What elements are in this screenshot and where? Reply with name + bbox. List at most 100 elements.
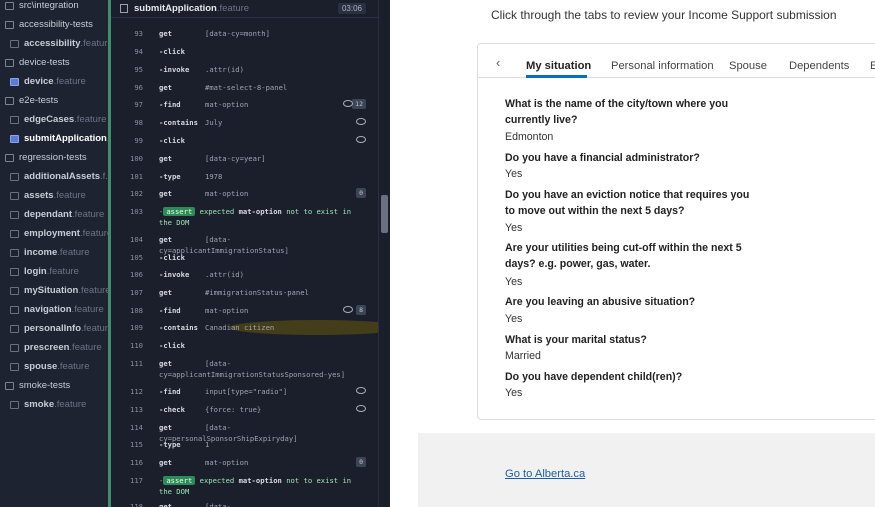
- folder-icon: [5, 381, 14, 390]
- spec-title[interactable]: submitApplication.feature: [134, 3, 249, 14]
- spec-duration: 03:06: [337, 3, 366, 14]
- file-navigation[interactable]: navigation.feature: [0, 300, 108, 319]
- file-icon: [10, 134, 19, 143]
- file-login[interactable]: login.feature: [0, 262, 108, 281]
- eye-icon[interactable]: [343, 100, 353, 107]
- chevron-left-icon[interactable]: ‹: [496, 55, 500, 70]
- file-dependant[interactable]: dependant.feature: [0, 205, 108, 224]
- command-name: -find: [159, 306, 181, 315]
- command-name: -contains: [159, 118, 198, 127]
- command-number: 93: [134, 29, 143, 38]
- command-name: -find: [159, 100, 181, 109]
- command-number: 102: [130, 189, 143, 198]
- tree-item-label: device.feature: [24, 76, 86, 87]
- command-message: 1978: [205, 172, 223, 181]
- tab-truncated[interactable]: E: [870, 60, 875, 72]
- command-message: .attr(id): [205, 65, 244, 74]
- file-submitapplication[interactable]: submitApplication...: [0, 129, 108, 148]
- file-income[interactable]: income.feature: [0, 243, 108, 262]
- tab-dependents[interactable]: Dependents: [789, 60, 849, 72]
- file-spouse[interactable]: spouse.feature: [0, 357, 108, 376]
- command-number: 101: [130, 172, 143, 181]
- folder-smoke-tests[interactable]: smoke-tests: [0, 376, 108, 395]
- command-name: -click: [159, 341, 185, 350]
- answer-city: Edmonton: [505, 131, 554, 143]
- command-number: 95: [134, 65, 143, 74]
- eye-icon[interactable]: [343, 306, 353, 313]
- file-assets[interactable]: assets.feature: [0, 186, 108, 205]
- tree-item-label: edgeCases.feature: [24, 114, 107, 125]
- question-marital-status: What is your marital status?: [505, 334, 647, 346]
- file-icon: [10, 343, 19, 352]
- go-to-alberta-link[interactable]: Go to Alberta.ca: [505, 468, 585, 480]
- app-preview: Click through the tabs to review your In…: [390, 0, 875, 507]
- eye-icon[interactable]: [356, 118, 366, 125]
- folder-e2e-tests[interactable]: e2e-tests: [0, 91, 108, 110]
- tree-item-label: smoke.feature: [24, 399, 87, 410]
- tree-item-label: mySituation.feature: [24, 285, 108, 296]
- tree-item-label: accessibility-tests: [19, 19, 93, 30]
- tree-item-label: personalInfo.feature: [24, 323, 108, 334]
- tree-item-label: accessibility.feature: [24, 38, 108, 49]
- command-number: 111: [130, 359, 143, 368]
- command-name: -find: [159, 387, 181, 396]
- file-icon: [10, 39, 19, 48]
- file-tree: src\integration accessibility-tests access…: [0, 0, 108, 507]
- answer-marital-status: Married: [505, 350, 541, 362]
- answer-abusive-situation: Yes: [505, 313, 523, 325]
- command-number: 105: [130, 253, 143, 262]
- scrollbar-thumb[interactable]: [381, 195, 388, 233]
- tree-item-label: smoke-tests: [19, 380, 71, 391]
- command-number: 96: [134, 83, 143, 92]
- file-personalinfo[interactable]: personalInfo.feature: [0, 319, 108, 338]
- command-message: #mat-select-8-panel: [205, 83, 288, 92]
- file-icon: [10, 400, 19, 409]
- page-footer: Go to Alberta.ca: [418, 433, 875, 507]
- file-employment[interactable]: employment.feature: [0, 224, 108, 243]
- review-tabs: ‹ My situation Personal information Spou…: [478, 44, 875, 78]
- command-message: [data-cy=applicantImmigrationStatus]: [159, 235, 289, 255]
- assertion-message: - assert expected mat-option not to exist…: [159, 207, 352, 227]
- file-device[interactable]: device.feature: [0, 72, 108, 91]
- folder-icon: [5, 58, 14, 67]
- folder-accessibility-tests[interactable]: accessibility-tests: [0, 15, 108, 34]
- file-icon: [10, 362, 19, 371]
- command-name: -check: [159, 405, 185, 414]
- command-log-scrollbar[interactable]: [378, 0, 390, 507]
- command-message: {force: true}: [205, 405, 262, 414]
- command-number: 118: [130, 502, 143, 507]
- folder-src-integration[interactable]: src\integration: [0, 0, 108, 15]
- file-additionalassets[interactable]: additionalAssets.f...: [0, 167, 108, 186]
- file-icon: [10, 286, 19, 295]
- file-accessibility[interactable]: accessibility.feature: [0, 34, 108, 53]
- tree-item-label: spouse.feature: [24, 361, 90, 372]
- file-edgecases[interactable]: edgeCases.feature: [0, 110, 108, 129]
- folder-icon: [5, 96, 14, 105]
- answer-dependent-children: Yes: [505, 387, 523, 399]
- tree-item-label: prescreen.feature: [24, 342, 102, 353]
- eye-icon[interactable]: [356, 387, 366, 394]
- command-number: 100: [130, 154, 143, 163]
- spec-command-log: submitApplication.feature 03:06 93 get [da…: [111, 0, 378, 507]
- command-message: mat-option: [205, 100, 249, 109]
- command-number: 117: [130, 476, 143, 485]
- tab-spouse[interactable]: Spouse: [729, 60, 767, 72]
- command-message: [data-cy=year]: [205, 154, 266, 163]
- folder-icon: [5, 1, 14, 10]
- element-count-badge: 0: [356, 457, 366, 467]
- folder-regression-tests[interactable]: regression-tests: [0, 148, 108, 167]
- tab-personal-information[interactable]: Personal information: [611, 60, 714, 72]
- eye-icon[interactable]: [356, 136, 366, 143]
- folder-device-tests[interactable]: device-tests: [0, 53, 108, 72]
- tab-my-situation[interactable]: My situation: [526, 60, 591, 72]
- command-message: mat-option: [205, 189, 249, 198]
- file-mysituation[interactable]: mySituation.feature: [0, 281, 108, 300]
- eye-icon[interactable]: [356, 405, 366, 412]
- command-number: 110: [130, 341, 143, 350]
- file-icon: [10, 210, 19, 219]
- answer-eviction-notice: Yes: [505, 222, 523, 234]
- file-smoke[interactable]: smoke.feature: [0, 395, 108, 414]
- tree-item-label: device-tests: [19, 57, 70, 68]
- file-prescreen[interactable]: prescreen.feature: [0, 338, 108, 357]
- command-number: 94: [134, 47, 143, 56]
